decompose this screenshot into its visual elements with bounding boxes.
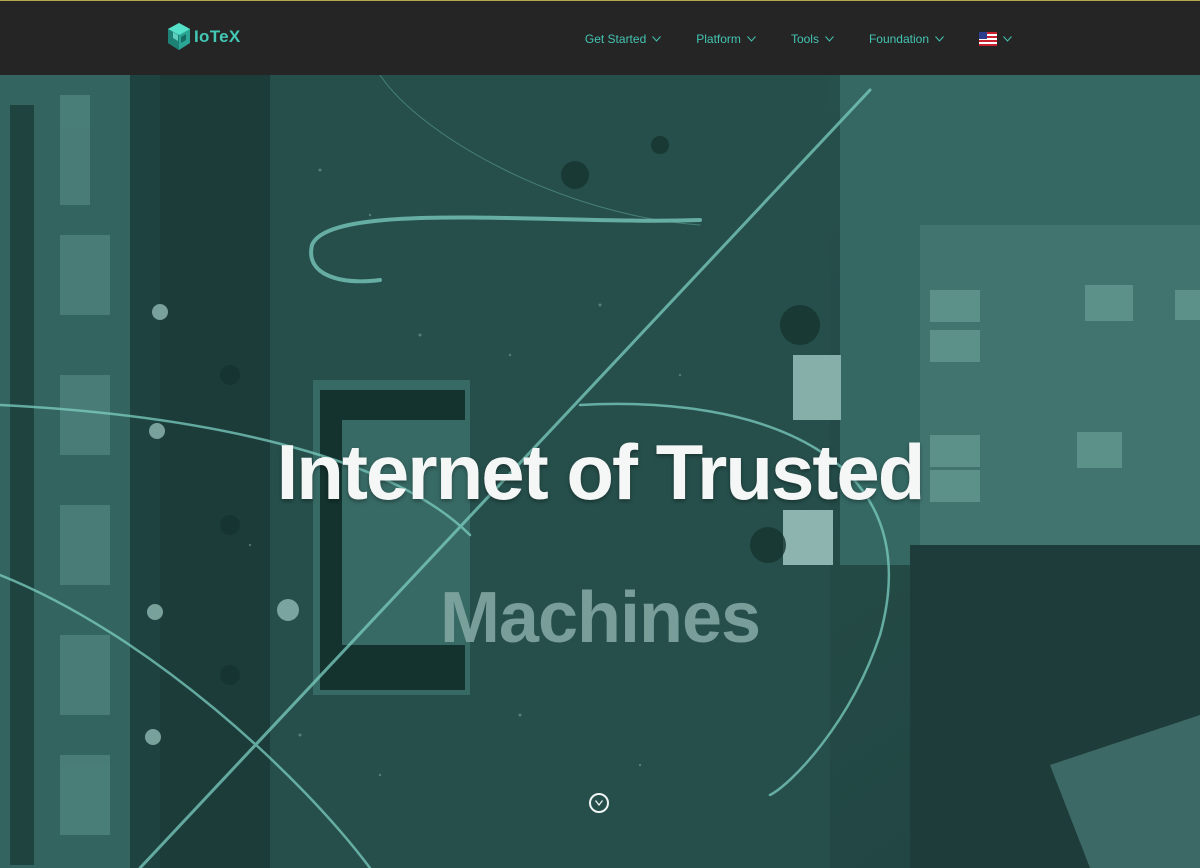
hero-headline: Internet of Trusted [276,428,926,516]
iotex-logo[interactable]: IoTeX [167,21,241,53]
nav-label: Foundation [868,31,929,46]
logo-text: IoTeX [194,27,241,46]
chevron-down-icon [825,35,834,42]
nav-label: Get Started [584,31,647,46]
page: IoTeX Get Started Platform Tools Foundat… [0,0,1200,868]
nav-platform[interactable]: Platform [696,32,756,46]
nav-foundation[interactable]: Foundation [869,32,944,46]
scroll-down-button[interactable] [589,793,609,813]
language-selector[interactable] [979,31,1012,46]
iotex-cube-icon [168,23,190,50]
chevron-down-icon [1003,35,1012,42]
main-nav: Get Started Platform Tools Foundation [585,1,1012,76]
chevron-down-icon [935,35,944,42]
us-flag-icon [979,31,997,46]
nav-label: Tools [790,31,819,46]
hero-rotating-word: Machines [439,578,761,658]
nav-label: Platform [696,31,741,46]
top-navbar: IoTeX Get Started Platform Tools Foundat… [0,0,1200,75]
chevron-down-icon [652,35,662,42]
chevron-down-icon [747,35,756,42]
chevron-down-circle-icon [595,800,603,806]
hero-section: Internet of Trusted Machines [0,75,1200,868]
nav-tools[interactable]: Tools [791,32,834,46]
nav-get-started[interactable]: Get Started [584,31,662,46]
